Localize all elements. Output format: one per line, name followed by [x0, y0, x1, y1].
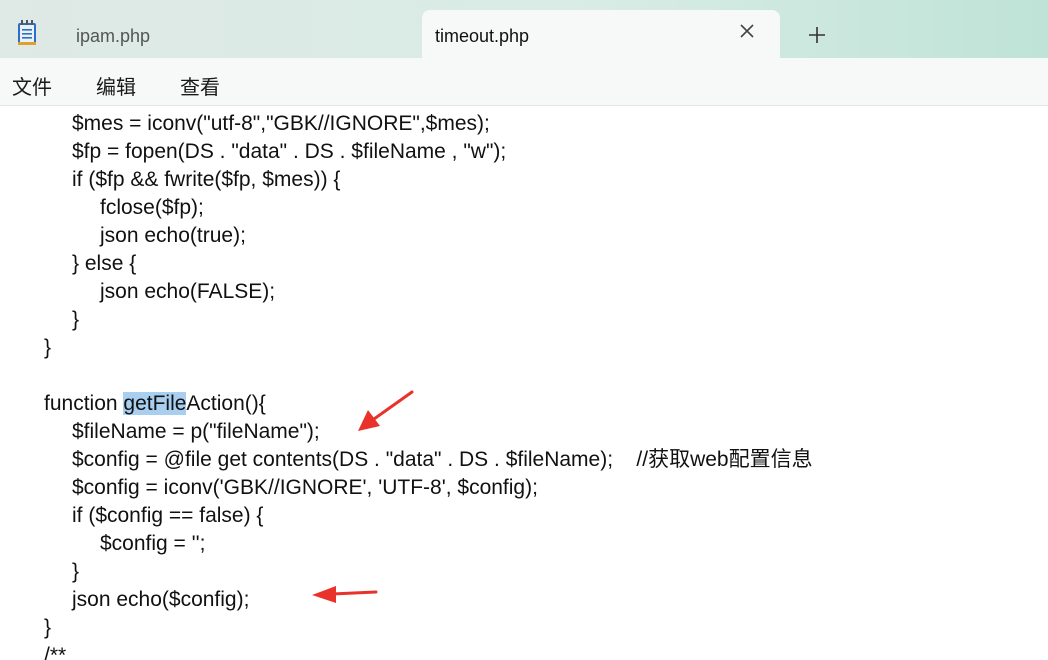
- code-line: }: [44, 616, 52, 639]
- menu-bar: 文件 编辑 查看: [0, 58, 1048, 106]
- code-line: $config = @file get contents(DS . "data"…: [72, 448, 813, 471]
- code-line: json echo($config);: [72, 588, 250, 611]
- menu-edit[interactable]: 编辑: [96, 71, 136, 100]
- code-line: }: [72, 560, 80, 583]
- code-line: }: [44, 336, 52, 359]
- code-line: json echo(true);: [100, 224, 246, 247]
- close-icon[interactable]: [738, 22, 756, 40]
- code-line: if ($config == false) {: [72, 504, 264, 527]
- code-line: $config = '';: [100, 532, 206, 555]
- code-line: $mes = iconv("utf-8","GBK//IGNORE",$mes)…: [72, 112, 490, 135]
- code-line: if ($fp && fwrite($fp, $mes)) {: [72, 168, 341, 191]
- code-line: function getFileAction(){: [44, 390, 266, 418]
- text-editor[interactable]: $mes = iconv("utf-8","GBK//IGNORE",$mes)…: [0, 106, 1048, 660]
- tab-ipam[interactable]: ipam.php: [60, 10, 410, 58]
- plus-icon[interactable]: [806, 24, 828, 46]
- title-bar: ipam.php timeout.php: [0, 0, 1048, 58]
- code-line: $fileName = p("fileName");: [72, 420, 320, 443]
- tab-timeout[interactable]: timeout.php: [422, 10, 780, 58]
- code-line: $fp = fopen(DS . "data" . DS . $fileName…: [72, 140, 507, 163]
- code-line: } else {: [72, 252, 137, 275]
- code-line: json echo(FALSE);: [100, 280, 276, 303]
- menu-view[interactable]: 查看: [180, 71, 220, 100]
- tab-label: ipam.php: [76, 26, 151, 46]
- menu-file[interactable]: 文件: [12, 71, 52, 100]
- code-text: function: [44, 392, 124, 415]
- code-line: fclose($fp);: [100, 196, 204, 219]
- notepad-icon: [18, 20, 36, 45]
- code-line: /**: [44, 644, 67, 660]
- selected-text: getFile: [123, 392, 187, 415]
- red-arrow-icon: [358, 390, 414, 431]
- tab-label: timeout.php: [435, 26, 530, 46]
- red-arrow-icon: [312, 586, 378, 603]
- code-line: }: [72, 308, 80, 331]
- code-line: $config = iconv('GBK//IGNORE', 'UTF-8', …: [72, 476, 538, 499]
- code-text: Action(){: [186, 392, 266, 415]
